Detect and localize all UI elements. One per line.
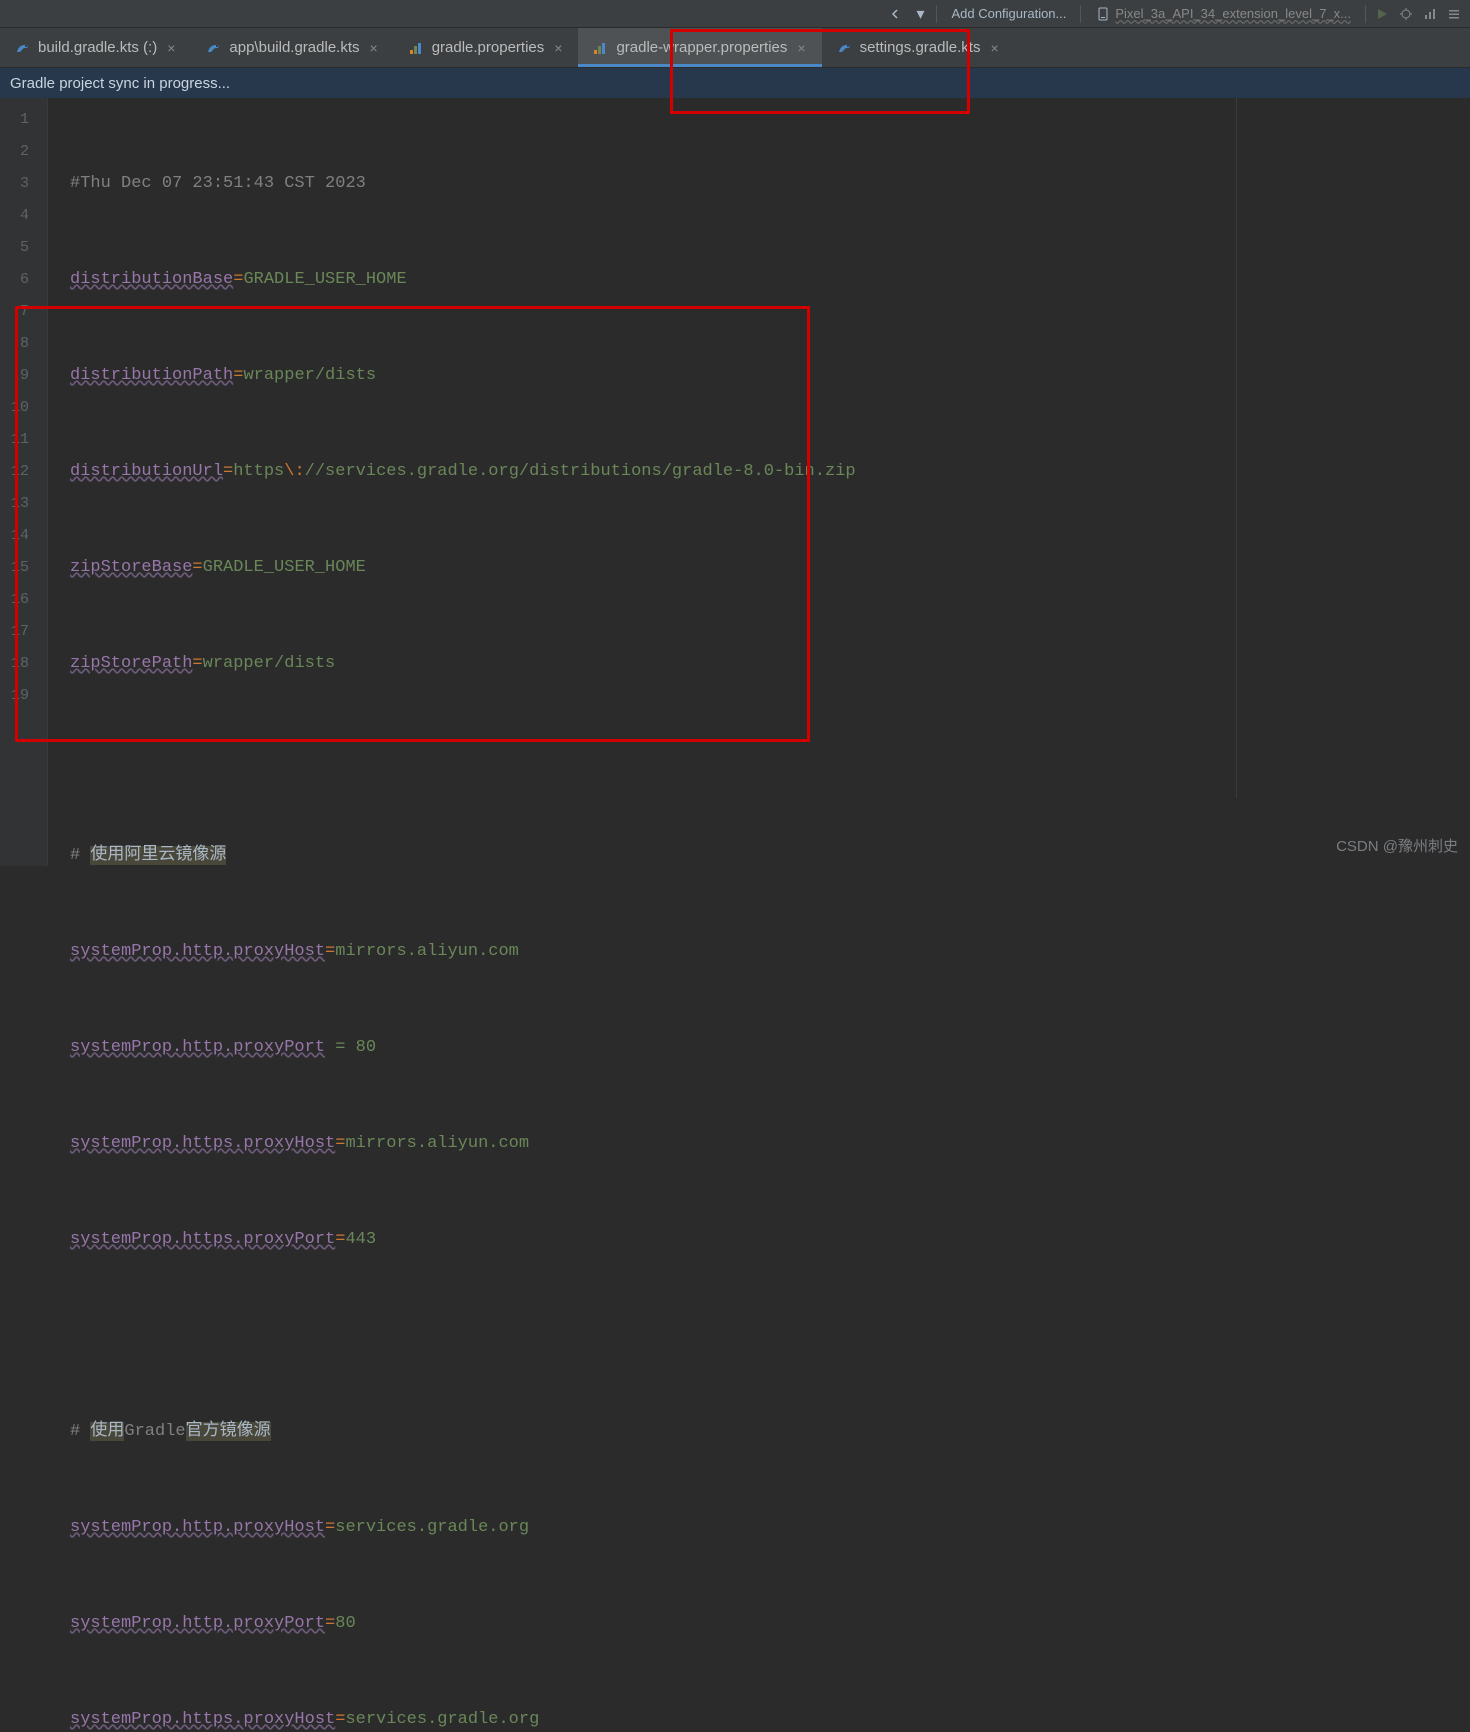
properties-icon bbox=[592, 40, 608, 56]
tab-build-gradle-root[interactable]: build.gradle.kts (:) × bbox=[0, 28, 191, 67]
prop-value: //services.gradle.org/distributions/grad… bbox=[305, 462, 856, 481]
back-icon[interactable] bbox=[888, 6, 904, 22]
properties-icon bbox=[408, 40, 424, 56]
close-icon[interactable]: × bbox=[368, 40, 380, 56]
code-comment-highlight: 官方镜像源 bbox=[186, 1422, 271, 1441]
gradle-icon bbox=[205, 40, 221, 56]
editor[interactable]: 12345678910111213141516171819 #Thu Dec 0… bbox=[0, 98, 1470, 866]
tab-gradle-wrapper-properties[interactable]: gradle-wrapper.properties × bbox=[578, 28, 821, 67]
run-icon[interactable] bbox=[1374, 6, 1390, 22]
debug-icon[interactable] bbox=[1398, 6, 1414, 22]
prop-value: https bbox=[233, 462, 284, 481]
prop-value: services.gradle.org bbox=[335, 1518, 529, 1537]
prop-key: systemProp.http.proxyPort bbox=[70, 1038, 325, 1057]
equals: = bbox=[335, 1230, 345, 1249]
add-configuration-label: Add Configuration... bbox=[951, 6, 1066, 21]
profile-icon[interactable] bbox=[1422, 6, 1438, 22]
prop-key: systemProp.https.proxyPort bbox=[70, 1230, 335, 1249]
equals-spaced: = bbox=[325, 1038, 356, 1057]
prop-key: distributionBase bbox=[70, 270, 233, 289]
prop-key: systemProp.https.proxyHost bbox=[70, 1710, 335, 1729]
tab-gradle-properties[interactable]: gradle.properties × bbox=[394, 28, 579, 67]
prop-value: 80 bbox=[335, 1614, 355, 1633]
dropdown-arrow-icon[interactable]: ▾ bbox=[912, 6, 928, 22]
tab-label: settings.gradle.kts bbox=[860, 39, 981, 56]
editor-right-margin bbox=[1236, 98, 1237, 798]
equals: = bbox=[325, 1518, 335, 1537]
tab-label: gradle-wrapper.properties bbox=[616, 39, 787, 56]
equals: = bbox=[325, 1614, 335, 1633]
prop-value: services.gradle.org bbox=[345, 1710, 539, 1729]
prop-key: systemProp.https.proxyHost bbox=[70, 1134, 335, 1153]
device-label: Pixel_3a_API_34_extension_level_7_x... bbox=[1115, 6, 1351, 21]
gradle-icon bbox=[836, 40, 852, 56]
tab-label: build.gradle.kts (:) bbox=[38, 39, 157, 56]
sync-status-label: Gradle project sync in progress... bbox=[10, 75, 230, 92]
prop-value: mirrors.aliyun.com bbox=[345, 1134, 529, 1153]
prop-key: systemProp.http.proxyPort bbox=[70, 1614, 325, 1633]
sync-status-bar: Gradle project sync in progress... bbox=[0, 68, 1470, 98]
equals: = bbox=[233, 270, 243, 289]
tab-app-build-gradle[interactable]: app\build.gradle.kts × bbox=[191, 28, 393, 67]
equals: = bbox=[335, 1134, 345, 1153]
prop-value: 80 bbox=[356, 1038, 376, 1057]
prop-key: systemProp.http.proxyHost bbox=[70, 1518, 325, 1537]
line-gutter: 12345678910111213141516171819 bbox=[0, 98, 48, 866]
more-icon[interactable] bbox=[1446, 6, 1462, 22]
code-comment-highlight: 使用阿里云镜像源 bbox=[90, 846, 226, 865]
device-selector[interactable]: Pixel_3a_API_34_extension_level_7_x... bbox=[1089, 4, 1357, 24]
prop-value: wrapper/dists bbox=[243, 366, 376, 385]
prop-value: GRADLE_USER_HOME bbox=[203, 558, 366, 577]
equals: = bbox=[335, 1710, 345, 1729]
separator bbox=[1080, 5, 1081, 23]
prop-value: mirrors.aliyun.com bbox=[335, 942, 519, 961]
prop-value: GRADLE_USER_HOME bbox=[243, 270, 406, 289]
tab-settings-gradle[interactable]: settings.gradle.kts × bbox=[822, 28, 1015, 67]
close-icon[interactable]: × bbox=[552, 40, 564, 56]
equals: = bbox=[192, 654, 202, 673]
code-comment: # bbox=[70, 1422, 90, 1441]
prop-key: zipStorePath bbox=[70, 654, 192, 673]
close-icon[interactable]: × bbox=[988, 40, 1000, 56]
code-comment: #Thu Dec 07 23:51:43 CST 2023 bbox=[70, 174, 366, 193]
equals: = bbox=[192, 558, 202, 577]
csdn-watermark: CSDN @豫州刺史 bbox=[1336, 835, 1458, 856]
equals: = bbox=[233, 366, 243, 385]
top-toolbar: ▾ Add Configuration... Pixel_3a_API_34_e… bbox=[0, 0, 1470, 28]
gradle-icon bbox=[14, 40, 30, 56]
prop-key: systemProp.http.proxyHost bbox=[70, 942, 325, 961]
tab-label: gradle.properties bbox=[432, 39, 545, 56]
close-icon[interactable]: × bbox=[165, 40, 177, 56]
code-content[interactable]: #Thu Dec 07 23:51:43 CST 2023 distributi… bbox=[48, 98, 1470, 866]
editor-tabs: build.gradle.kts (:) × app\build.gradle.… bbox=[0, 28, 1470, 68]
add-configuration-button[interactable]: Add Configuration... bbox=[945, 4, 1072, 23]
equals: = bbox=[223, 462, 233, 481]
code-comment: Gradle bbox=[124, 1422, 185, 1441]
prop-value: wrapper/dists bbox=[203, 654, 336, 673]
prop-key: distributionPath bbox=[70, 366, 233, 385]
close-icon[interactable]: × bbox=[795, 40, 807, 56]
device-icon bbox=[1095, 6, 1111, 22]
separator bbox=[936, 5, 937, 23]
prop-key: distributionUrl bbox=[70, 462, 223, 481]
code-comment: # bbox=[70, 846, 90, 865]
separator bbox=[1365, 5, 1366, 23]
code-comment-highlight: 使用 bbox=[90, 1422, 124, 1441]
equals: = bbox=[325, 942, 335, 961]
prop-value: 443 bbox=[345, 1230, 376, 1249]
escape: \: bbox=[284, 462, 304, 481]
tab-label: app\build.gradle.kts bbox=[229, 39, 359, 56]
prop-key: zipStoreBase bbox=[70, 558, 192, 577]
